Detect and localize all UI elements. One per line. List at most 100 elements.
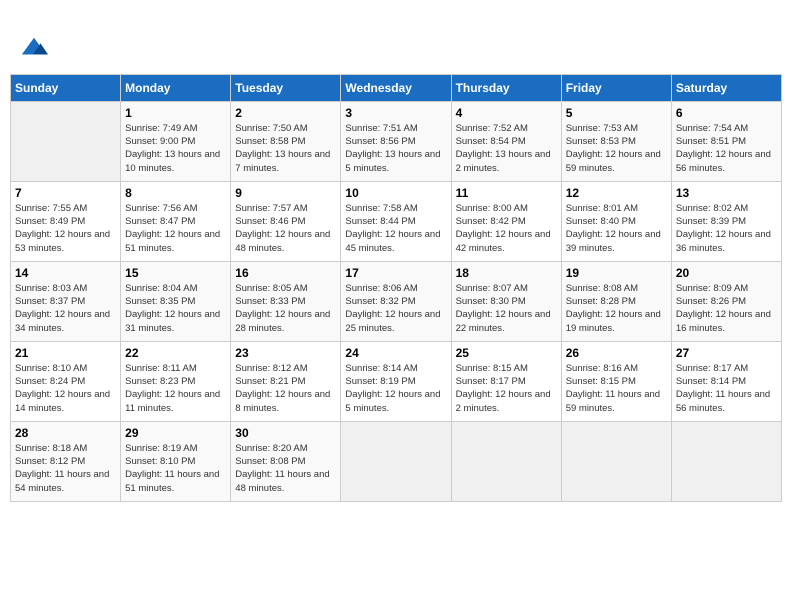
day-number: 30 (235, 426, 336, 440)
day-header-wednesday: Wednesday (341, 74, 451, 101)
day-info: Sunrise: 8:15 AMSunset: 8:17 PMDaylight:… (456, 362, 557, 415)
day-header-saturday: Saturday (671, 74, 781, 101)
day-number: 2 (235, 106, 336, 120)
calendar-cell: 29 Sunrise: 8:19 AMSunset: 8:10 PMDayligh… (121, 421, 231, 501)
day-info: Sunrise: 8:10 AMSunset: 8:24 PMDaylight:… (15, 362, 116, 415)
logo (18, 14, 48, 62)
day-info: Sunrise: 7:55 AMSunset: 8:49 PMDaylight:… (15, 202, 116, 255)
day-number: 3 (345, 106, 446, 120)
day-number: 14 (15, 266, 116, 280)
day-info: Sunrise: 8:11 AMSunset: 8:23 PMDaylight:… (125, 362, 226, 415)
day-header-thursday: Thursday (451, 74, 561, 101)
day-header-sunday: Sunday (11, 74, 121, 101)
calendar-cell: 4Sunrise: 7:52 AMSunset: 8:54 PMDaylight… (451, 101, 561, 181)
day-number: 28 (15, 426, 116, 440)
calendar-cell: 30 Sunrise: 8:20 AMSunset: 8:08 PMDayligh… (231, 421, 341, 501)
calendar-cell (341, 421, 451, 501)
week-row-3: 14 Sunrise: 8:03 AMSunset: 8:37 PMDayligh… (11, 261, 782, 341)
day-number: 15 (125, 266, 226, 280)
day-number: 11 (456, 186, 557, 200)
day-info: Sunrise: 8:20 AMSunset: 8:08 PMDaylight:… (235, 442, 336, 495)
day-number: 29 (125, 426, 226, 440)
calendar-cell: 2 Sunrise: 7:50 AMSunset: 8:58 PMDaylight… (231, 101, 341, 181)
day-number: 7 (15, 186, 116, 200)
header-row: SundayMondayTuesdayWednesdayThursdayFrid… (11, 74, 782, 101)
day-info: Sunrise: 8:05 AMSunset: 8:33 PMDaylight:… (235, 282, 336, 335)
day-number: 18 (456, 266, 557, 280)
logo-text (18, 14, 48, 62)
day-number: 13 (676, 186, 777, 200)
calendar-table: SundayMondayTuesdayWednesdayThursdayFrid… (10, 74, 782, 502)
week-row-4: 21 Sunrise: 8:10 AMSunset: 8:24 PMDayligh… (11, 341, 782, 421)
day-number: 8 (125, 186, 226, 200)
calendar-cell: 9 Sunrise: 7:57 AMSunset: 8:46 PMDaylight… (231, 181, 341, 261)
calendar-cell: 25 Sunrise: 8:15 AMSunset: 8:17 PMDayligh… (451, 341, 561, 421)
day-number: 16 (235, 266, 336, 280)
day-header-tuesday: Tuesday (231, 74, 341, 101)
calendar-cell (11, 101, 121, 181)
day-number: 5 (566, 106, 667, 120)
day-info: Sunrise: 7:57 AMSunset: 8:46 PMDaylight:… (235, 202, 336, 255)
calendar-cell: 6 Sunrise: 7:54 AMSunset: 8:51 PMDaylight… (671, 101, 781, 181)
page-header (10, 10, 782, 66)
calendar-cell: 3 Sunrise: 7:51 AMSunset: 8:56 PMDaylight… (341, 101, 451, 181)
day-number: 24 (345, 346, 446, 360)
day-info: Sunrise: 8:08 AMSunset: 8:28 PMDaylight:… (566, 282, 667, 335)
calendar-cell: 11 Sunrise: 8:00 AMSunset: 8:42 PMDayligh… (451, 181, 561, 261)
day-number: 27 (676, 346, 777, 360)
calendar-cell: 7 Sunrise: 7:55 AMSunset: 8:49 PMDaylight… (11, 181, 121, 261)
calendar-cell: 10Sunrise: 7:58 AMSunset: 8:44 PMDayligh… (341, 181, 451, 261)
calendar-cell: 27 Sunrise: 8:17 AMSunset: 8:14 PMDayligh… (671, 341, 781, 421)
day-number: 17 (345, 266, 446, 280)
day-number: 23 (235, 346, 336, 360)
calendar-cell: 20 Sunrise: 8:09 AMSunset: 8:26 PMDayligh… (671, 261, 781, 341)
day-info: Sunrise: 7:53 AMSunset: 8:53 PMDaylight:… (566, 122, 667, 175)
day-number: 19 (566, 266, 667, 280)
day-info: Sunrise: 8:09 AMSunset: 8:26 PMDaylight:… (676, 282, 777, 335)
calendar-cell: 14 Sunrise: 8:03 AMSunset: 8:37 PMDayligh… (11, 261, 121, 341)
calendar-cell: 22 Sunrise: 8:11 AMSunset: 8:23 PMDayligh… (121, 341, 231, 421)
day-info: Sunrise: 8:06 AMSunset: 8:32 PMDaylight:… (345, 282, 446, 335)
calendar-cell: 18Sunrise: 8:07 AMSunset: 8:30 PMDayligh… (451, 261, 561, 341)
week-row-1: 1 Sunrise: 7:49 AMSunset: 9:00 PMDaylight… (11, 101, 782, 181)
day-info: Sunrise: 8:12 AMSunset: 8:21 PMDaylight:… (235, 362, 336, 415)
day-info: Sunrise: 8:16 AMSunset: 8:15 PMDaylight:… (566, 362, 667, 415)
calendar-cell (561, 421, 671, 501)
day-number: 6 (676, 106, 777, 120)
day-info: Sunrise: 8:04 AMSunset: 8:35 PMDaylight:… (125, 282, 226, 335)
day-number: 1 (125, 106, 226, 120)
day-header-monday: Monday (121, 74, 231, 101)
day-header-friday: Friday (561, 74, 671, 101)
calendar-cell: 16 Sunrise: 8:05 AMSunset: 8:33 PMDayligh… (231, 261, 341, 341)
calendar-cell: 5 Sunrise: 7:53 AMSunset: 8:53 PMDaylight… (561, 101, 671, 181)
week-row-5: 28Sunrise: 8:18 AMSunset: 8:12 PMDayligh… (11, 421, 782, 501)
day-info: Sunrise: 8:19 AMSunset: 8:10 PMDaylight:… (125, 442, 226, 495)
day-info: Sunrise: 7:56 AMSunset: 8:47 PMDaylight:… (125, 202, 226, 255)
day-number: 12 (566, 186, 667, 200)
calendar-cell: 24Sunrise: 8:14 AMSunset: 8:19 PMDayligh… (341, 341, 451, 421)
day-number: 26 (566, 346, 667, 360)
day-info: Sunrise: 7:58 AMSunset: 8:44 PMDaylight:… (345, 202, 446, 255)
calendar-cell: 8 Sunrise: 7:56 AMSunset: 8:47 PMDaylight… (121, 181, 231, 261)
day-info: Sunrise: 7:51 AMSunset: 8:56 PMDaylight:… (345, 122, 446, 175)
day-number: 25 (456, 346, 557, 360)
calendar-cell (451, 421, 561, 501)
calendar-cell (671, 421, 781, 501)
day-number: 9 (235, 186, 336, 200)
day-number: 21 (15, 346, 116, 360)
calendar-cell: 15 Sunrise: 8:04 AMSunset: 8:35 PMDayligh… (121, 261, 231, 341)
week-row-2: 7 Sunrise: 7:55 AMSunset: 8:49 PMDaylight… (11, 181, 782, 261)
day-number: 22 (125, 346, 226, 360)
day-info: Sunrise: 7:49 AMSunset: 9:00 PMDaylight:… (125, 122, 226, 175)
day-info: Sunrise: 8:03 AMSunset: 8:37 PMDaylight:… (15, 282, 116, 335)
day-info: Sunrise: 7:50 AMSunset: 8:58 PMDaylight:… (235, 122, 336, 175)
day-number: 20 (676, 266, 777, 280)
day-info: Sunrise: 7:52 AMSunset: 8:54 PMDaylight:… (456, 122, 557, 175)
day-info: Sunrise: 8:17 AMSunset: 8:14 PMDaylight:… (676, 362, 777, 415)
day-info: Sunrise: 7:54 AMSunset: 8:51 PMDaylight:… (676, 122, 777, 175)
calendar-cell: 17 Sunrise: 8:06 AMSunset: 8:32 PMDayligh… (341, 261, 451, 341)
day-info: Sunrise: 8:01 AMSunset: 8:40 PMDaylight:… (566, 202, 667, 255)
calendar-cell: 21 Sunrise: 8:10 AMSunset: 8:24 PMDayligh… (11, 341, 121, 421)
calendar-cell: 19 Sunrise: 8:08 AMSunset: 8:28 PMDayligh… (561, 261, 671, 341)
day-info: Sunrise: 8:00 AMSunset: 8:42 PMDaylight:… (456, 202, 557, 255)
